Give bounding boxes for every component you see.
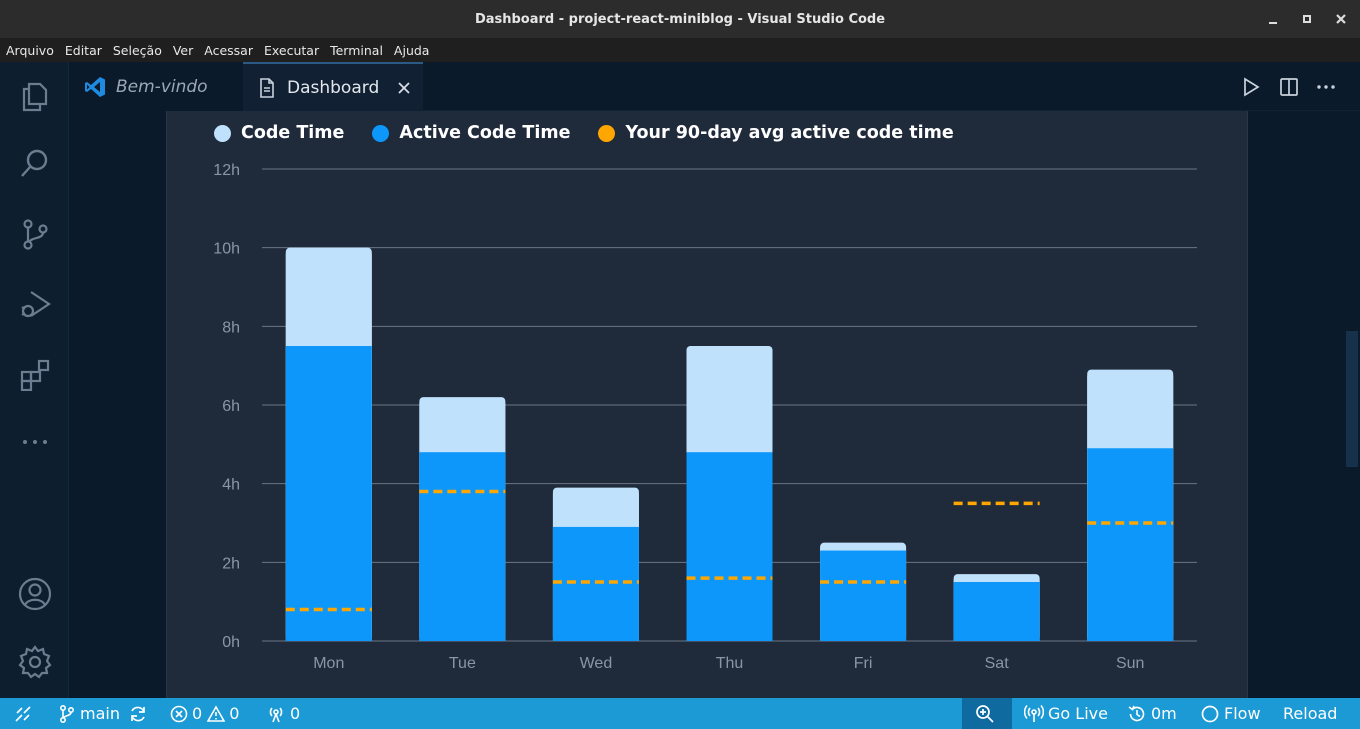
maximize-button[interactable] (1290, 0, 1324, 38)
remote-indicator[interactable] (0, 698, 50, 729)
settings-gear-icon[interactable] (0, 638, 69, 686)
reload-label: Reload (1283, 704, 1338, 723)
error-count: 0 (192, 704, 203, 723)
bar-active-code-time (1087, 448, 1174, 641)
x-tick-label: Thu (716, 655, 744, 672)
x-tick-label: Fri (854, 655, 873, 672)
x-tick-label: Tue (449, 655, 476, 672)
tab-bem-vindo[interactable]: Bem-vindo (69, 62, 243, 111)
branch-status[interactable]: main (58, 698, 152, 729)
bar-active-code-time (820, 550, 907, 641)
editor-tab-bar: Bem-vindo Dashboard (69, 62, 1360, 111)
tab-label: Dashboard (287, 77, 380, 98)
menu-bar: Arquivo Editar Seleção Ver Acessar Execu… (0, 38, 1360, 62)
more-icon[interactable] (0, 418, 69, 466)
tab-dashboard[interactable]: Dashboard (243, 62, 423, 111)
extensions-icon[interactable] (0, 350, 69, 398)
x-tick-label: Sat (985, 655, 1010, 672)
x-tick-label: Mon (313, 655, 344, 672)
history-icon (1127, 704, 1151, 724)
editor-area: Code Time Active Code Time Your 90-day a… (69, 111, 1360, 698)
y-tick-label: 10h (213, 241, 240, 258)
file-icon (259, 77, 275, 98)
ports-status[interactable]: 0 (266, 698, 300, 729)
warning-count: 0 (229, 704, 240, 723)
close-tab-icon[interactable] (397, 81, 411, 95)
warning-icon (207, 704, 229, 723)
code-time-status[interactable]: 0m (1127, 698, 1177, 729)
broadcast-icon (266, 704, 290, 724)
search-icon[interactable] (0, 140, 69, 188)
x-tick-label: Sun (1116, 655, 1144, 672)
menu-selecao[interactable]: Seleção (111, 43, 164, 58)
y-tick-label: 4h (222, 477, 240, 494)
sync-icon[interactable] (128, 704, 152, 724)
bar-active-code-time (953, 582, 1040, 641)
bar-active-code-time (285, 346, 372, 641)
split-editor-icon[interactable] (1279, 77, 1299, 97)
menu-ver[interactable]: Ver (171, 43, 195, 58)
menu-executar[interactable]: Executar (262, 43, 321, 58)
menu-arquivo[interactable]: Arquivo (4, 43, 56, 58)
zoom-in-icon (975, 704, 999, 724)
minimize-button[interactable] (1256, 0, 1290, 38)
reload-button[interactable]: Reload (1283, 698, 1337, 729)
title-bar: Dashboard - project-react-miniblog - Vis… (0, 0, 1360, 38)
code-time-label: 0m (1151, 704, 1177, 723)
explorer-icon[interactable] (0, 72, 69, 120)
ports-count: 0 (290, 704, 301, 723)
bar-active-code-time (419, 452, 506, 641)
editor-scrollbar[interactable] (1346, 331, 1358, 467)
bar-active-code-time (552, 526, 639, 641)
tab-label: Bem-vindo (116, 76, 208, 97)
zoom-status[interactable] (962, 698, 1012, 729)
flow-button[interactable]: Flow (1200, 698, 1261, 729)
error-icon (170, 705, 192, 723)
y-tick-label: 8h (222, 319, 240, 336)
menu-ajuda[interactable]: Ajuda (392, 43, 432, 58)
broadcast-icon (1024, 704, 1048, 724)
source-control-icon[interactable] (0, 210, 69, 258)
weekly-code-time-chart: 0h 2h 4h 6h 8h 10h 12h Mon Tue Wed Thu Fri Sat Sun (213, 162, 1197, 672)
close-window-button[interactable] (1324, 0, 1358, 38)
menu-editar[interactable]: Editar (63, 43, 104, 58)
vscode-logo-icon (83, 75, 107, 99)
status-bar: main 0 0 0 Go Live 0m Flow Reload (0, 698, 1360, 729)
run-debug-icon[interactable] (0, 280, 69, 328)
x-tick-label: Wed (580, 655, 613, 672)
y-tick-label: 0h (222, 634, 240, 651)
problems-status[interactable]: 0 0 (170, 698, 239, 729)
go-live-button[interactable]: Go Live (1024, 698, 1108, 729)
menu-acessar[interactable]: Acessar (202, 43, 255, 58)
circle-icon (1200, 704, 1224, 724)
window-title: Dashboard - project-react-miniblog - Vis… (474, 11, 886, 27)
activity-bar (0, 62, 69, 698)
account-icon[interactable] (0, 570, 69, 618)
y-tick-label: 2h (222, 555, 240, 572)
flow-label: Flow (1224, 704, 1261, 723)
branch-name: main (80, 704, 120, 723)
more-actions-icon[interactable] (1316, 77, 1336, 97)
bar-active-code-time (686, 452, 773, 641)
menu-terminal[interactable]: Terminal (328, 43, 385, 58)
dashboard-panel: Code Time Active Code Time Your 90-day a… (166, 111, 1248, 698)
y-tick-label: 12h (213, 162, 240, 179)
y-tick-label: 6h (222, 398, 240, 415)
go-live-label: Go Live (1048, 704, 1108, 723)
run-icon[interactable] (1241, 77, 1261, 97)
